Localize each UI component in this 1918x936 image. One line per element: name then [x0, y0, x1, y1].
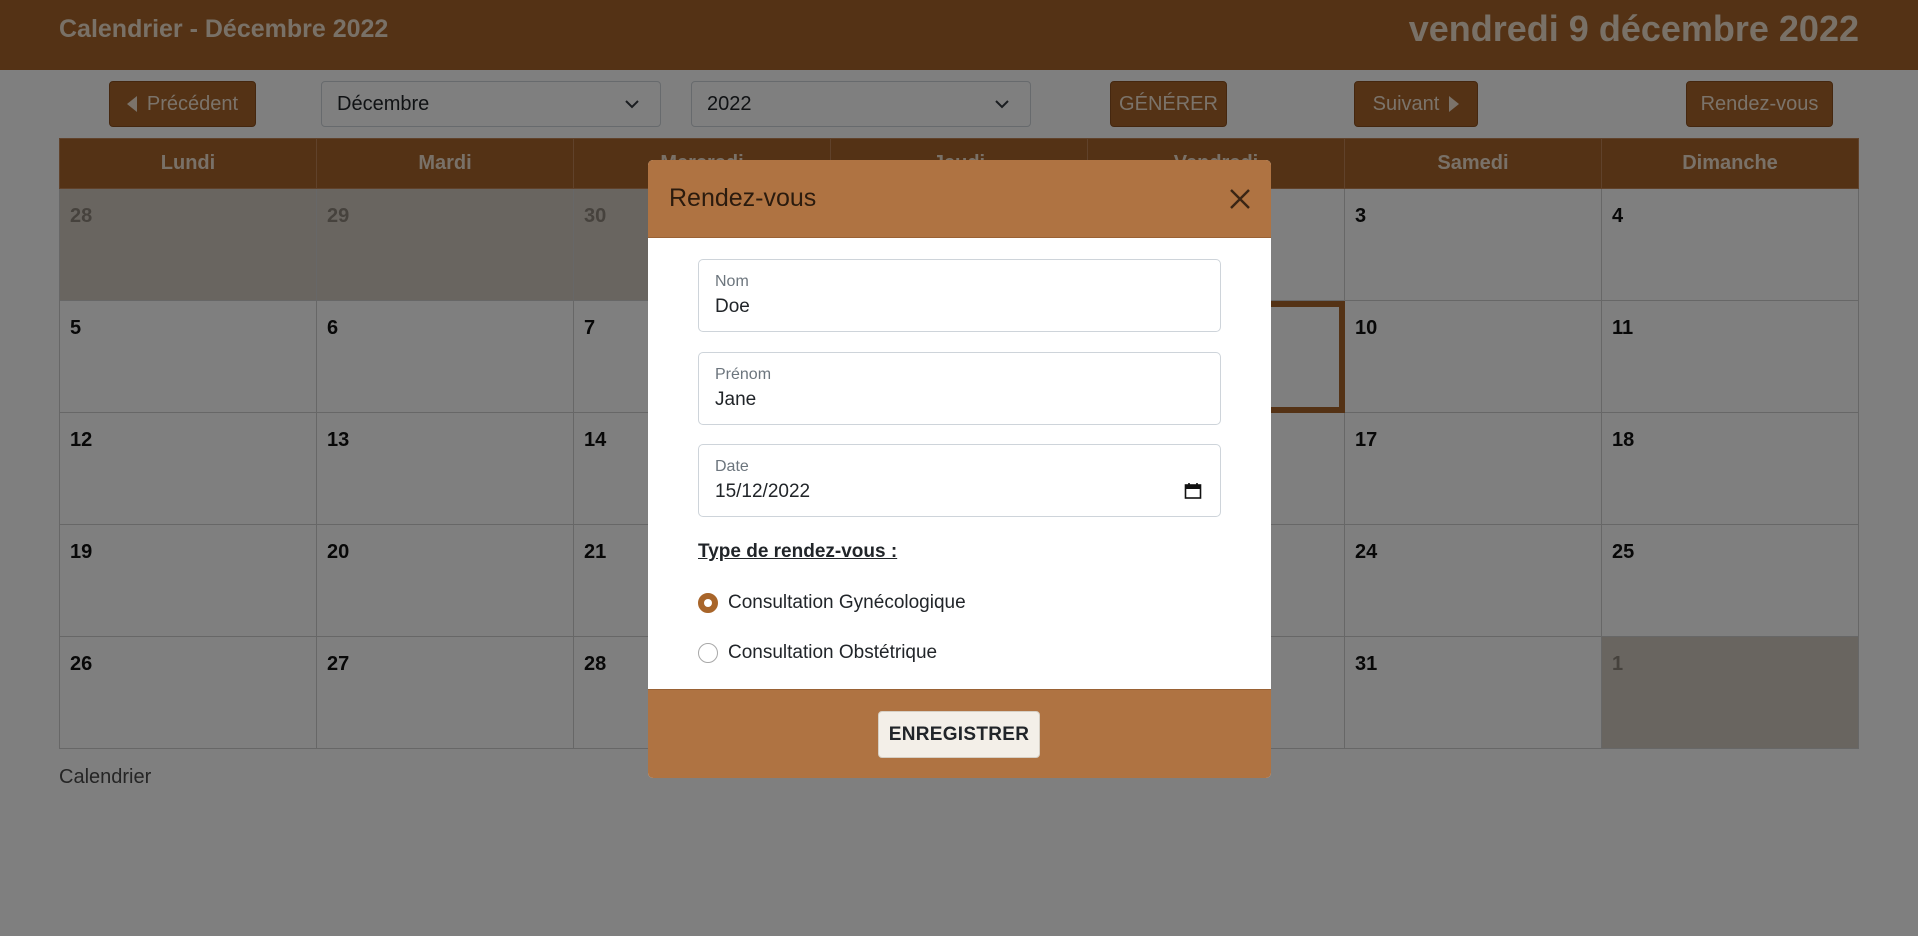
appointment-modal: Rendez-vous Nom Doe Prénom Jane Date 15/…	[648, 160, 1271, 778]
date-value: 15/12/2022	[715, 481, 811, 502]
nom-value: Doe	[715, 296, 750, 317]
date-label: Date	[715, 458, 749, 475]
option-gynecologique[interactable]: Consultation Gynécologique	[698, 592, 966, 614]
option-label: Consultation Obstétrique	[728, 642, 938, 663]
radio-checked[interactable]	[698, 593, 718, 613]
close-icon[interactable]	[1226, 185, 1254, 213]
save-button[interactable]: ENREGISTRER	[878, 711, 1040, 758]
nom-label: Nom	[715, 273, 749, 290]
option-label: Consultation Gynécologique	[728, 592, 966, 613]
modal-footer: ENREGISTRER	[648, 689, 1271, 778]
modal-header: Rendez-vous	[648, 160, 1271, 238]
nom-field[interactable]: Nom Doe	[698, 259, 1221, 332]
prenom-label: Prénom	[715, 366, 772, 383]
option-obstetrique[interactable]: Consultation Obstétrique	[698, 642, 937, 664]
appointment-type-label: Type de rendez-vous :	[698, 541, 898, 562]
date-field[interactable]: Date 15/12/2022	[698, 444, 1221, 517]
modal-title: Rendez-vous	[669, 184, 817, 212]
prenom-field[interactable]: Prénom Jane	[698, 352, 1221, 425]
prenom-value: Jane	[715, 389, 757, 410]
radio-unchecked[interactable]	[698, 643, 718, 663]
calendar-icon[interactable]	[1184, 482, 1202, 500]
